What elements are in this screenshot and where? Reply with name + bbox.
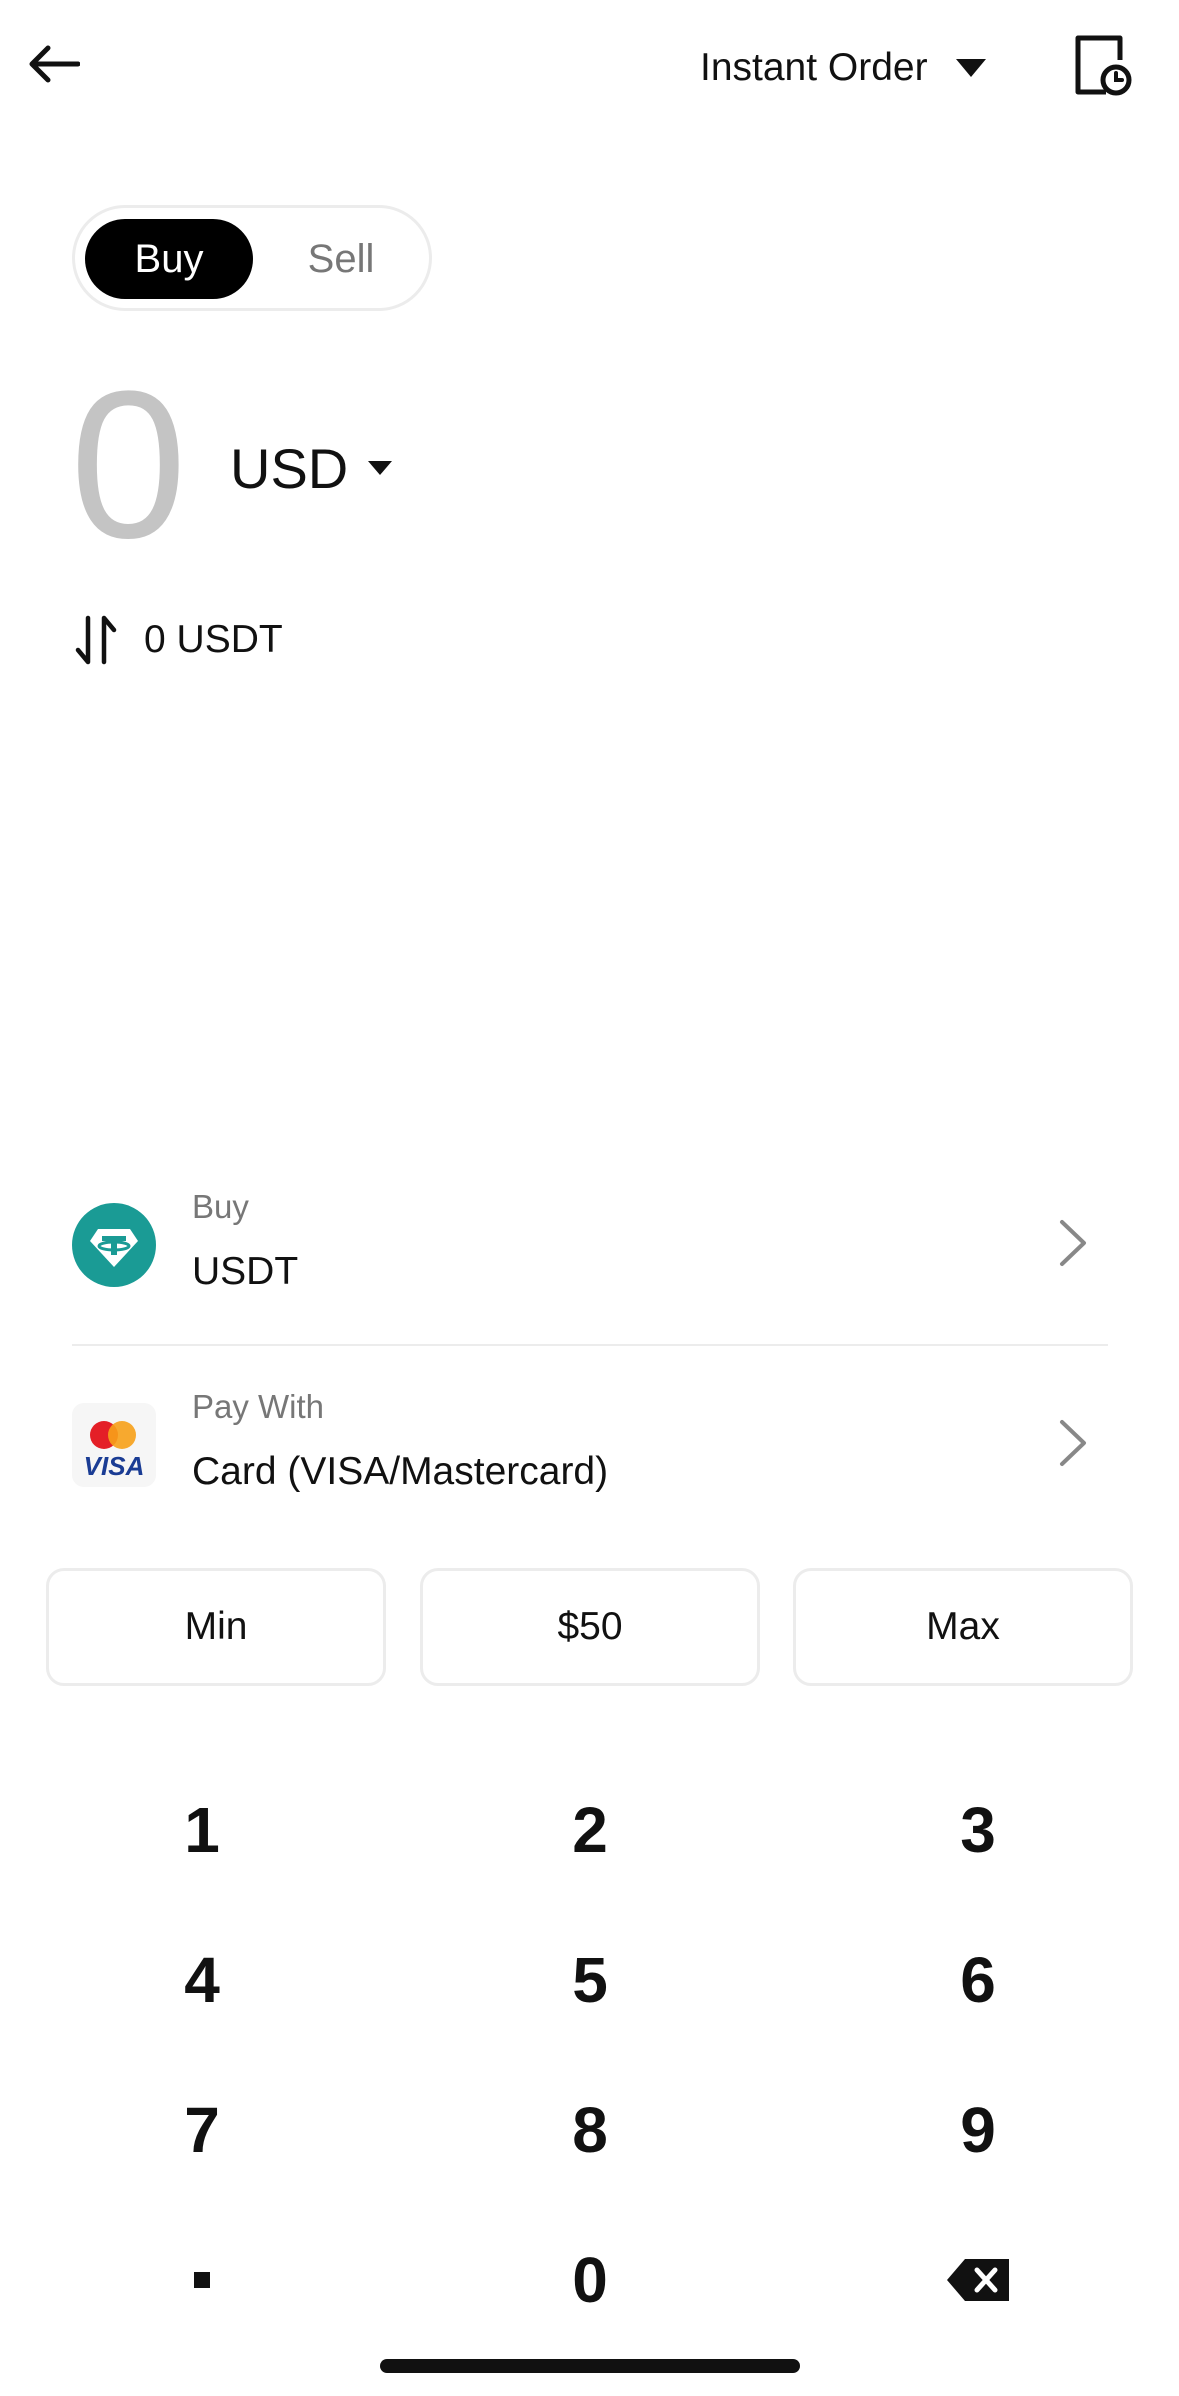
backspace-icon <box>947 2259 1009 2301</box>
chevron-right-icon <box>1060 1420 1086 1466</box>
currency-selector[interactable]: USD <box>230 428 393 508</box>
buy-sell-toggle: Buy Sell <box>72 205 432 311</box>
back-button[interactable] <box>22 32 86 96</box>
keypad-key-4[interactable]: 4 <box>52 1920 352 2040</box>
tether-icon <box>72 1203 156 1287</box>
order-history-button[interactable] <box>1072 34 1134 98</box>
keypad-key-8[interactable]: 8 <box>440 2070 740 2190</box>
keypad-key-decimal[interactable] <box>52 2220 352 2340</box>
asset-value: USDT <box>192 1250 299 1293</box>
payment-value: Card (VISA/Mastercard) <box>192 1450 609 1493</box>
order-type-label: Instant Order <box>700 46 928 89</box>
asset-sub-label: Buy <box>192 1188 249 1225</box>
order-history-icon <box>1075 35 1132 96</box>
keypad-key-0[interactable]: 0 <box>440 2220 740 2340</box>
asset-selector-row[interactable]: Buy USDT <box>72 1178 1108 1328</box>
fifty-amount-button[interactable]: $50 <box>420 1568 760 1686</box>
arrow-left-icon <box>29 45 80 83</box>
visa-mastercard-icon: VISA <box>72 1403 156 1487</box>
order-type-dropdown[interactable]: Instant Order <box>700 38 986 98</box>
divider <box>72 1344 1108 1346</box>
keypad-key-3[interactable]: 3 <box>828 1770 1128 1890</box>
max-amount-button[interactable]: Max <box>793 1568 1133 1686</box>
svg-text:VISA: VISA <box>84 1451 145 1481</box>
keypad-key-2[interactable]: 2 <box>440 1770 740 1890</box>
keypad-key-1[interactable]: 1 <box>52 1770 352 1890</box>
keypad-key-9[interactable]: 9 <box>828 2070 1128 2190</box>
caret-down-icon <box>955 59 986 77</box>
keypad-key-5[interactable]: 5 <box>440 1920 740 2040</box>
amount-display: 0 <box>70 347 187 582</box>
keypad-backspace[interactable] <box>828 2220 1128 2340</box>
caret-down-icon <box>368 461 393 475</box>
min-amount-button[interactable]: Min <box>46 1568 386 1686</box>
conversion-row: 0 USDT <box>74 612 283 668</box>
payment-method-row[interactable]: VISA Pay With Card (VISA/Mastercard) <box>72 1378 1108 1528</box>
decimal-point-icon <box>194 2272 210 2288</box>
keypad-key-7[interactable]: 7 <box>52 2070 352 2190</box>
converted-amount: 0 USDT <box>144 618 283 661</box>
swap-vertical-icon[interactable] <box>74 614 118 666</box>
home-indicator <box>380 2359 800 2373</box>
keypad-key-6[interactable]: 6 <box>828 1920 1128 2040</box>
buy-tab[interactable]: Buy <box>85 219 253 299</box>
currency-label: USD <box>230 436 349 500</box>
sell-tab[interactable]: Sell <box>271 219 411 299</box>
payment-sub-label: Pay With <box>192 1388 325 1425</box>
chevron-right-icon <box>1060 1220 1086 1266</box>
